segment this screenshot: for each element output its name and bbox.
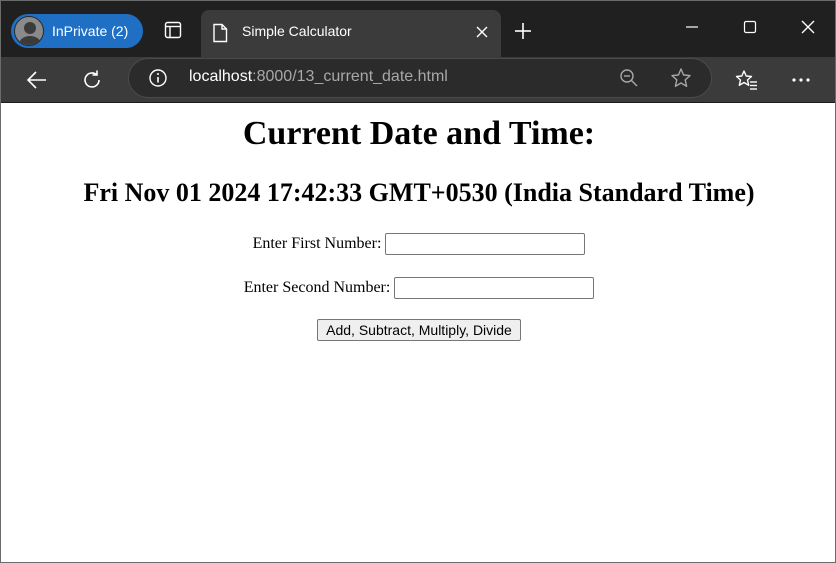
new-tab-button[interactable] — [509, 17, 537, 45]
maximize-button[interactable] — [727, 11, 773, 43]
maximize-icon — [743, 20, 757, 34]
second-number-label: Enter Second Number: — [243, 279, 391, 296]
more-options-button[interactable] — [785, 64, 817, 96]
first-number-label: Enter First Number: — [252, 235, 382, 252]
window-close-button[interactable] — [785, 11, 831, 43]
first-number-input[interactable] — [385, 233, 586, 255]
calculate-row: Add, Subtract, Multiply, Divide — [2, 319, 835, 341]
page-icon — [213, 23, 228, 43]
close-icon — [476, 26, 488, 38]
second-number-row: Enter Second Number: — [2, 277, 835, 299]
second-number-input[interactable] — [394, 277, 595, 299]
current-datetime: Fri Nov 01 2024 17:42:33 GMT+0530 (India… — [83, 178, 755, 207]
url-host: localhost — [189, 68, 253, 85]
close-icon — [801, 20, 815, 34]
plus-icon — [515, 23, 531, 39]
info-icon[interactable] — [148, 68, 168, 88]
browser-toolbar: localhost:8000/13_current_date.html — [1, 57, 835, 103]
avatar — [14, 16, 44, 46]
url-path: :8000/13_current_date.html — [252, 68, 448, 85]
first-number-row: Enter First Number: — [2, 233, 835, 255]
tab-simple-calculator[interactable]: Simple Calculator — [201, 10, 501, 57]
back-arrow-icon — [26, 71, 46, 89]
favorites-icon — [735, 70, 757, 90]
zoom-out-icon[interactable] — [619, 68, 639, 88]
calculate-button[interactable]: Add, Subtract, Multiply, Divide — [317, 319, 521, 341]
tab-strip: InPrivate (2) Simple Calculator — [1, 1, 835, 57]
tab-actions-icon — [164, 21, 182, 39]
favorites-button[interactable] — [731, 64, 763, 96]
browser-window: InPrivate (2) Simple Calculator localhos… — [0, 0, 836, 563]
minimize-button[interactable] — [669, 11, 715, 43]
url-text[interactable]: localhost:8000/13_current_date.html — [189, 68, 448, 86]
tab-close-button[interactable] — [471, 21, 493, 43]
back-button[interactable] — [21, 64, 53, 96]
refresh-button[interactable] — [76, 64, 108, 96]
page-content: Current Date and Time: Fri Nov 01 2024 1… — [2, 104, 835, 562]
star-icon[interactable] — [670, 67, 692, 89]
more-icon — [792, 78, 810, 82]
inprivate-button[interactable]: InPrivate (2) — [11, 14, 143, 48]
page-heading: Current Date and Time: — [242, 115, 596, 152]
refresh-icon — [84, 70, 100, 88]
tab-title: Simple Calculator — [242, 23, 352, 39]
tab-actions-button[interactable] — [159, 16, 187, 44]
inprivate-label: InPrivate (2) — [52, 23, 129, 39]
address-bar[interactable]: localhost:8000/13_current_date.html — [128, 58, 712, 98]
minimize-icon — [686, 26, 698, 28]
